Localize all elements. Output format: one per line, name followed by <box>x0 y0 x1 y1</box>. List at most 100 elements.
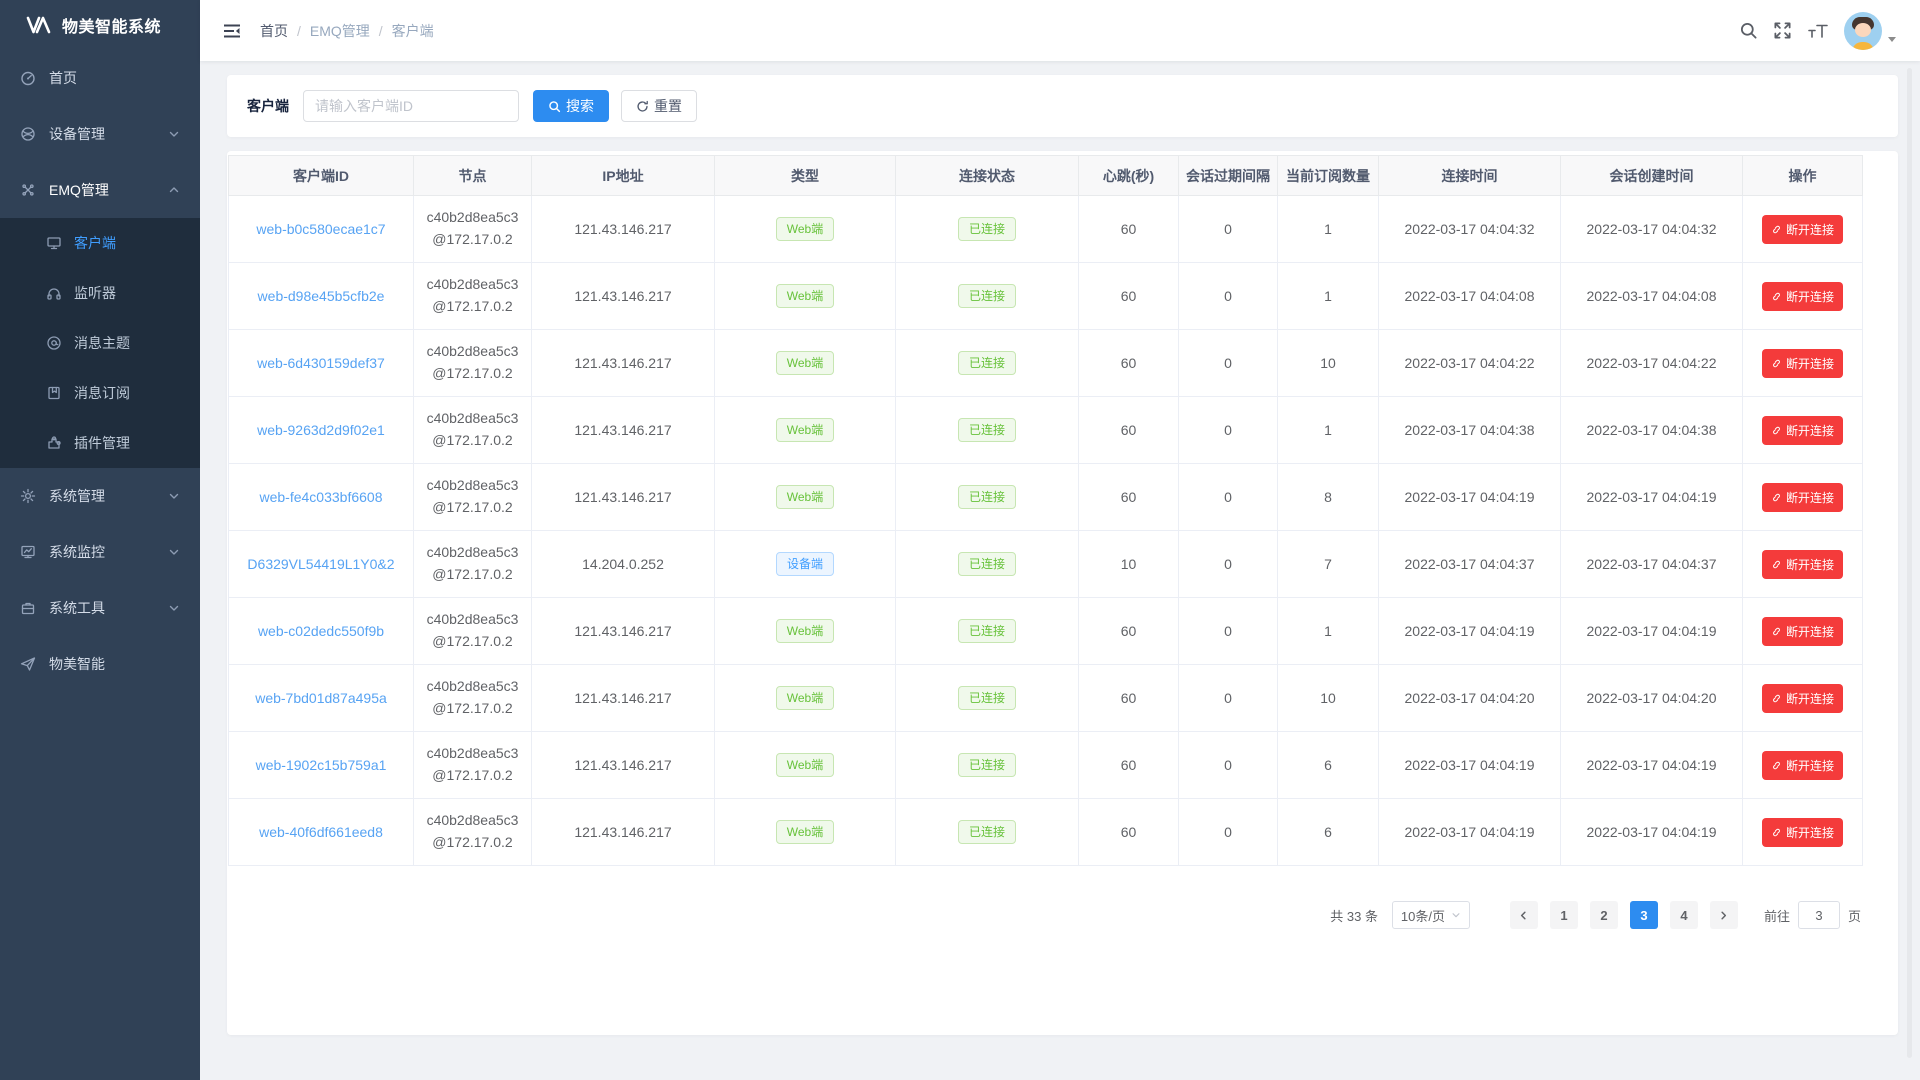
col-type: 类型 <box>715 156 896 196</box>
ip-cell: 121.43.146.217 <box>532 799 715 866</box>
client-id-link[interactable]: web-7bd01d87a495a <box>255 690 387 706</box>
breadcrumb-home[interactable]: 首页 <box>260 21 288 41</box>
disconnect-button[interactable]: 断开连接 <box>1762 550 1843 579</box>
sidebar-item-system-admin[interactable]: 系统管理 <box>0 468 200 524</box>
sidebar-item-home[interactable]: 首页 <box>0 50 200 106</box>
unlink-icon <box>1771 559 1782 570</box>
menu-fold-icon <box>222 21 242 41</box>
disconnect-button[interactable]: 断开连接 <box>1762 483 1843 512</box>
client-id-link[interactable]: D6329VL54419L1Y0&2 <box>247 556 394 572</box>
client-id-link[interactable]: web-9263d2d9f02e1 <box>257 422 385 438</box>
node-address: @172.17.0.2 <box>414 497 531 519</box>
unlink-icon <box>1771 626 1782 637</box>
fullscreen-icon[interactable] <box>1773 21 1792 40</box>
status-badge: 已连接 <box>958 552 1016 576</box>
disconnect-button[interactable]: 断开连接 <box>1762 349 1843 378</box>
header-search-icon[interactable] <box>1739 21 1758 40</box>
sidebar-item-listeners[interactable]: 监听器 <box>0 268 200 318</box>
client-id-link[interactable]: web-b0c580ecae1c7 <box>256 221 385 237</box>
page-size-select[interactable]: 10条/页 <box>1392 901 1470 929</box>
node-address: @172.17.0.2 <box>414 564 531 586</box>
disconnect-button[interactable]: 断开连接 <box>1762 416 1843 445</box>
col-connect-time: 连接时间 <box>1379 156 1561 196</box>
client-id-link[interactable]: web-d98e45b5cfb2e <box>258 288 385 304</box>
sidebar-item-clients[interactable]: 客户端 <box>0 218 200 268</box>
filter-bar: 客户端 搜索 重置 <box>227 75 1898 137</box>
sidebar-item-devices[interactable]: 设备管理 <box>0 106 200 162</box>
monitor-chart-icon <box>20 544 36 560</box>
client-id-link[interactable]: web-6d430159def37 <box>257 355 385 371</box>
sidebar-item-emq[interactable]: EMQ管理 <box>0 162 200 218</box>
page-button-3[interactable]: 3 <box>1630 901 1658 929</box>
col-expiry: 会话过期间隔 <box>1179 156 1278 196</box>
sidebar-item-label: 首页 <box>49 68 77 88</box>
disconnect-button[interactable]: 断开连接 <box>1762 818 1843 847</box>
subscriptions-cell: 1 <box>1278 598 1379 665</box>
status-badge: 已连接 <box>958 753 1016 777</box>
chevron-down-icon <box>168 128 180 140</box>
session-time-cell: 2022-03-17 04:04:32 <box>1561 196 1743 263</box>
table-row: web-c02dedc550f9b c40b2d8ea5c3 @172.17.0… <box>229 598 1863 665</box>
session-time-cell: 2022-03-17 04:04:19 <box>1561 598 1743 665</box>
sidebar-item-topics[interactable]: 消息主题 <box>0 318 200 368</box>
goto-page-input[interactable] <box>1798 901 1840 929</box>
sidebar-item-plugins[interactable]: 插件管理 <box>0 418 200 468</box>
font-size-icon[interactable] <box>1807 22 1829 40</box>
subscriptions-cell: 1 <box>1278 196 1379 263</box>
sidebar-item-label: 监听器 <box>74 283 116 303</box>
sidebar-item-subscriptions[interactable]: 消息订阅 <box>0 368 200 418</box>
sidebar-item-label: 系统监控 <box>49 542 105 562</box>
at-circle-icon <box>46 335 62 351</box>
expiry-cell: 0 <box>1179 464 1278 531</box>
unlink-icon <box>1771 760 1782 771</box>
disconnect-button[interactable]: 断开连接 <box>1762 282 1843 311</box>
client-id-link[interactable]: web-1902c15b759a1 <box>256 757 387 773</box>
heartbeat-cell: 60 <box>1079 330 1179 397</box>
page-button-1[interactable]: 1 <box>1550 901 1578 929</box>
node-name: c40b2d8ea5c3 <box>414 743 531 765</box>
ip-cell: 121.43.146.217 <box>532 598 715 665</box>
client-id-link[interactable]: web-c02dedc550f9b <box>258 623 384 639</box>
table-row: web-d98e45b5cfb2e c40b2d8ea5c3 @172.17.0… <box>229 263 1863 330</box>
heartbeat-cell: 60 <box>1079 196 1179 263</box>
disconnect-button[interactable]: 断开连接 <box>1762 215 1843 244</box>
type-badge: Web端 <box>776 820 834 844</box>
client-id-link[interactable]: web-40f6df661eed8 <box>259 824 383 840</box>
col-node: 节点 <box>414 156 532 196</box>
navbar-actions <box>1739 12 1896 50</box>
disconnect-button[interactable]: 断开连接 <box>1762 751 1843 780</box>
sidebar: 物美智能系统 首页 设备管理 EMQ管理 客户端 监听器 <box>0 0 200 1080</box>
client-id-link[interactable]: web-fe4c033bf6608 <box>260 489 383 505</box>
session-time-cell: 2022-03-17 04:04:19 <box>1561 799 1743 866</box>
page-button-2[interactable]: 2 <box>1590 901 1618 929</box>
chevron-down-icon <box>168 546 180 558</box>
sidebar-item-system-monitor[interactable]: 系统监控 <box>0 524 200 580</box>
user-menu[interactable] <box>1844 12 1896 50</box>
connect-time-cell: 2022-03-17 04:04:19 <box>1379 464 1561 531</box>
disconnect-button[interactable]: 断开连接 <box>1762 684 1843 713</box>
col-status: 连接状态 <box>896 156 1079 196</box>
type-badge: Web端 <box>776 619 834 643</box>
prev-page-button[interactable] <box>1510 901 1538 929</box>
node-address: @172.17.0.2 <box>414 832 531 854</box>
sidebar-item-system-tools[interactable]: 系统工具 <box>0 580 200 636</box>
table-row: D6329VL54419L1Y0&2 c40b2d8ea5c3 @172.17.… <box>229 531 1863 598</box>
disconnect-button[interactable]: 断开连接 <box>1762 617 1843 646</box>
client-monitor-icon <box>46 235 62 251</box>
node-name: c40b2d8ea5c3 <box>414 676 531 698</box>
reset-button[interactable]: 重置 <box>621 90 697 122</box>
table-card: 客户端ID 节点 IP地址 类型 连接状态 心跳(秒) 会话过期间隔 当前订阅数… <box>227 151 1898 1035</box>
briefcase-icon <box>20 600 36 616</box>
sidebar-item-label: 系统工具 <box>49 598 105 618</box>
next-page-button[interactable] <box>1710 901 1738 929</box>
search-button[interactable]: 搜索 <box>533 90 609 122</box>
sidebar-item-wumei[interactable]: 物美智能 <box>0 636 200 692</box>
type-badge: Web端 <box>776 418 834 442</box>
sidebar-collapse-button[interactable] <box>222 21 242 41</box>
client-id-input[interactable] <box>303 90 519 122</box>
status-badge: 已连接 <box>958 418 1016 442</box>
connect-time-cell: 2022-03-17 04:04:19 <box>1379 732 1561 799</box>
col-session-time: 会话创建时间 <box>1561 156 1743 196</box>
page-button-4[interactable]: 4 <box>1670 901 1698 929</box>
scrollbar[interactable] <box>1907 68 1912 1058</box>
